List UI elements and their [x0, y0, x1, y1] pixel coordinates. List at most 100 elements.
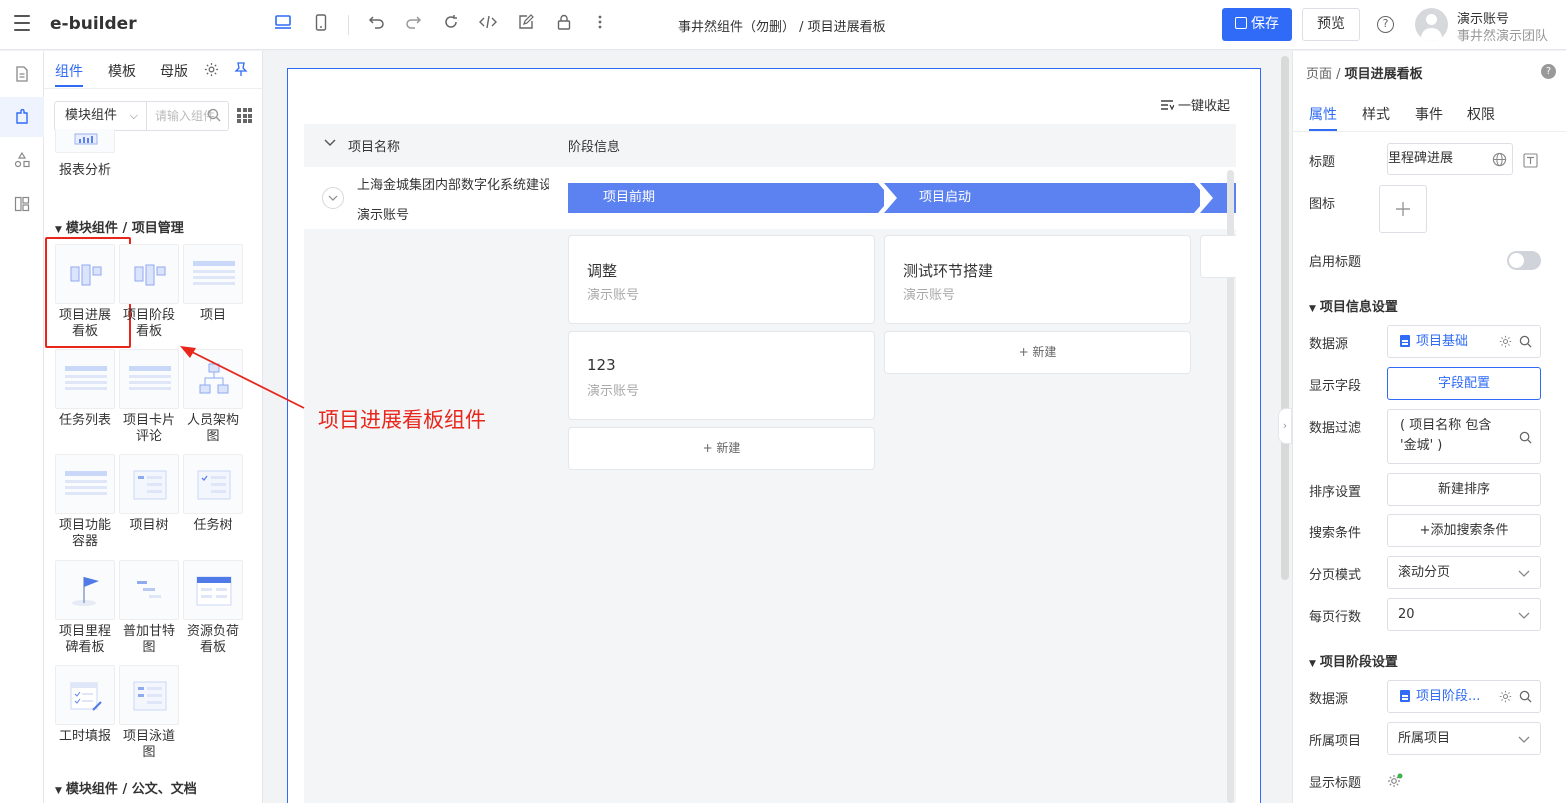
data-filter-field[interactable]: ( 项目名称 包含 '金城' )	[1387, 409, 1541, 464]
search-icon[interactable]	[1519, 335, 1532, 348]
help-icon[interactable]: ?	[1377, 16, 1394, 33]
section-project-info[interactable]: ▼ 项目信息设置	[1309, 296, 1398, 315]
caret-down-icon: ▼	[55, 225, 62, 235]
task-card-partial[interactable]	[1200, 235, 1236, 278]
owner-project-select[interactable]: 所属项目	[1387, 722, 1541, 755]
redo-icon[interactable]	[403, 14, 423, 34]
desktop-view-icon[interactable]	[273, 14, 293, 34]
breadcrumb-root[interactable]: 页面 /	[1306, 67, 1341, 82]
component-swimlane[interactable]: 项目泳道图	[118, 665, 180, 761]
undo-icon[interactable]	[366, 14, 386, 34]
component-report-analysis[interactable]: 报表分析	[54, 129, 116, 179]
collapse-all-chevron-icon[interactable]	[324, 136, 338, 150]
category-select-value: 模块组件	[65, 108, 118, 123]
field-config-button[interactable]: 字段配置	[1387, 367, 1541, 400]
data-filter-value: ( 项目名称 包含 '金城' )	[1400, 418, 1492, 453]
owner-project-label: 所属项目	[1309, 734, 1362, 749]
hamburger-menu-icon[interactable]	[14, 15, 30, 33]
stage-project-kickoff[interactable]: 项目启动	[884, 183, 1194, 213]
right-panel-collapse-handle[interactable]: ›	[1278, 408, 1292, 444]
gear-icon[interactable]	[1499, 335, 1512, 348]
component-task-tree[interactable]: 任务树	[182, 454, 244, 534]
component-project[interactable]: 项目	[182, 244, 244, 324]
project-name[interactable]: 上海金城集团内部数字化系统建设	[357, 174, 549, 193]
section-docs[interactable]: ▼ 模块组件 / 公文、文档	[55, 778, 197, 797]
component-icon[interactable]	[14, 108, 30, 125]
canvas-scrollbar[interactable]	[1281, 56, 1289, 580]
lock-icon[interactable]	[554, 14, 574, 34]
text-format-icon[interactable]	[1523, 153, 1538, 168]
tab-events[interactable]: 事件	[1415, 104, 1443, 124]
component-timesheet[interactable]: 工时填报	[54, 665, 116, 745]
datasource-value: 项目基础	[1416, 334, 1469, 349]
datasource-label: 数据源	[1309, 337, 1349, 352]
tab-permissions[interactable]: 权限	[1467, 104, 1495, 124]
paging-mode-select[interactable]: 滚动分页	[1387, 556, 1541, 589]
component-project-card-comment[interactable]: 项目卡片 评论	[118, 349, 180, 445]
rows-per-page-select[interactable]: 20	[1387, 598, 1541, 631]
new-card-button[interactable]: + 新建	[568, 427, 875, 470]
pin-icon[interactable]	[234, 62, 248, 81]
help-icon[interactable]: ?	[1541, 64, 1556, 79]
component-milestone-board[interactable]: 项目里程 碑看板	[54, 560, 116, 656]
globe-icon[interactable]	[1492, 152, 1507, 167]
component-project-tree[interactable]: 项目树	[118, 454, 180, 534]
page-icon[interactable]	[14, 66, 30, 82]
card-title: 调整	[587, 262, 618, 280]
layout-icon[interactable]	[14, 196, 30, 212]
search-input[interactable]	[155, 102, 215, 130]
section-title: 模块组件 / 公文、文档	[65, 782, 197, 797]
section-project-stage[interactable]: ▼ 项目阶段设置	[1309, 651, 1398, 670]
tab-masters[interactable]: 母版	[160, 61, 188, 81]
gear-icon[interactable]	[204, 62, 219, 81]
task-card[interactable]: 123 演示账号	[568, 331, 875, 420]
search-condition-label: 搜索条件	[1309, 526, 1362, 541]
mobile-view-icon[interactable]	[311, 14, 331, 34]
gear-icon[interactable]	[1499, 690, 1512, 703]
category-select[interactable]: 模块组件 ⌵	[54, 101, 147, 131]
tab-templates[interactable]: 模板	[108, 61, 136, 81]
edit-page-icon[interactable]	[516, 14, 536, 34]
tab-properties[interactable]: 属性	[1309, 104, 1337, 124]
task-card[interactable]: 测试环节搭建 演示账号	[884, 235, 1191, 324]
task-card[interactable]: 调整 演示账号	[568, 235, 875, 324]
search-icon[interactable]	[1519, 431, 1532, 444]
component-gantt-chart[interactable]: 普加甘特图	[118, 560, 180, 656]
card-title: 123	[587, 356, 616, 374]
one-click-collapse-button[interactable]: 一键收起	[1160, 95, 1230, 114]
enable-title-toggle[interactable]	[1507, 251, 1541, 270]
refresh-icon[interactable]	[441, 14, 461, 34]
new-card-button[interactable]: + 新建	[884, 331, 1191, 374]
search-icon[interactable]	[1519, 690, 1532, 703]
stage-project-preliminary[interactable]: 项目前期	[568, 183, 878, 213]
component-search[interactable]	[146, 101, 229, 131]
preview-button[interactable]: 预览	[1302, 8, 1360, 41]
title-input[interactable]: 里程碑进展	[1387, 143, 1513, 175]
save-button[interactable]: 保存	[1222, 8, 1292, 41]
grid-view-icon[interactable]	[237, 108, 252, 123]
component-project-progress-board[interactable]: 项目进展 看板	[45, 237, 131, 348]
add-search-condition-button[interactable]: +添加搜索条件	[1387, 514, 1541, 547]
component-task-list[interactable]: 任务列表	[54, 349, 116, 429]
component-project-stage-board[interactable]: 项目阶段 看板	[118, 244, 180, 340]
component-label: 人员架构图	[186, 413, 239, 444]
component-project-container[interactable]: 项目功能 容器	[54, 454, 116, 550]
new-sort-button[interactable]: 新建排序	[1387, 473, 1541, 506]
tab-components[interactable]: 组件	[55, 61, 83, 81]
collapse-list-icon	[1161, 100, 1175, 111]
stage-datasource-field[interactable]: 项目阶段...	[1387, 680, 1541, 713]
datasource-field[interactable]: 项目基础	[1387, 325, 1541, 358]
rows-per-page-value: 20	[1398, 607, 1415, 622]
icon-picker[interactable]	[1379, 185, 1427, 233]
settings-status-icon[interactable]	[1387, 773, 1403, 789]
code-icon[interactable]	[478, 14, 498, 34]
avatar[interactable]	[1415, 8, 1448, 41]
component-resource-load-board[interactable]: 资源负荷 看板	[182, 560, 244, 656]
paging-mode-value: 滚动分页	[1398, 565, 1451, 580]
more-vertical-icon[interactable]	[590, 14, 610, 34]
shapes-icon[interactable]	[14, 151, 30, 168]
section-project-management[interactable]: ▼ 模块组件 / 项目管理	[55, 217, 184, 236]
tab-style[interactable]: 样式	[1362, 104, 1390, 124]
save-label: 保存	[1251, 16, 1279, 32]
row-toggle-icon[interactable]	[322, 187, 344, 209]
